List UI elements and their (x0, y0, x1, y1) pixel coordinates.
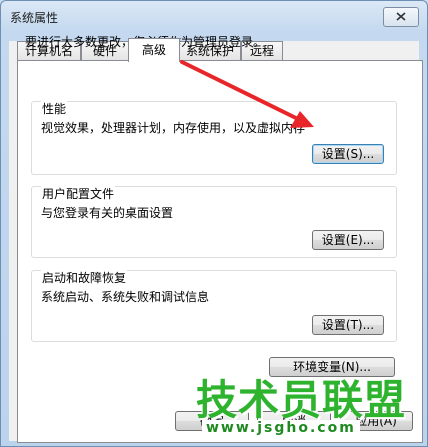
user-profiles-description: 与您登录有关的桌面设置 (41, 206, 174, 220)
apply-button[interactable]: 应用(A) (339, 411, 413, 431)
close-button[interactable] (383, 7, 419, 27)
cancel-button[interactable]: 取消 (257, 411, 331, 431)
startup-recovery-settings-button[interactable]: 设置(T)... (312, 315, 384, 335)
window-title: 系统属性 (10, 11, 59, 25)
user-profiles-settings-button[interactable]: 设置(E)... (312, 230, 384, 250)
title-bar[interactable]: 系统属性 (1, 1, 427, 33)
close-icon (396, 12, 406, 21)
user-profiles-title: 用户配置文件 (41, 185, 116, 202)
tab-advanced[interactable]: 高级 (128, 38, 180, 62)
ok-button[interactable]: 确定 (175, 411, 249, 431)
startup-recovery-description: 系统启动、系统失败和调试信息 (41, 290, 210, 304)
system-properties-window: 系统属性 计算机名 硬件 高级 系统保护 远程 要进行大多数更改，您必须作为管理… (0, 0, 428, 447)
performance-description: 视觉效果，处理器计划，内存使用，以及虚拟内存 (41, 121, 306, 135)
environment-variables-button[interactable]: 环境变量(N)... (269, 357, 395, 377)
startup-recovery-title: 启动和故障恢复 (41, 269, 128, 286)
performance-title: 性能 (41, 100, 68, 117)
performance-settings-button[interactable]: 设置(S)... (312, 144, 384, 164)
